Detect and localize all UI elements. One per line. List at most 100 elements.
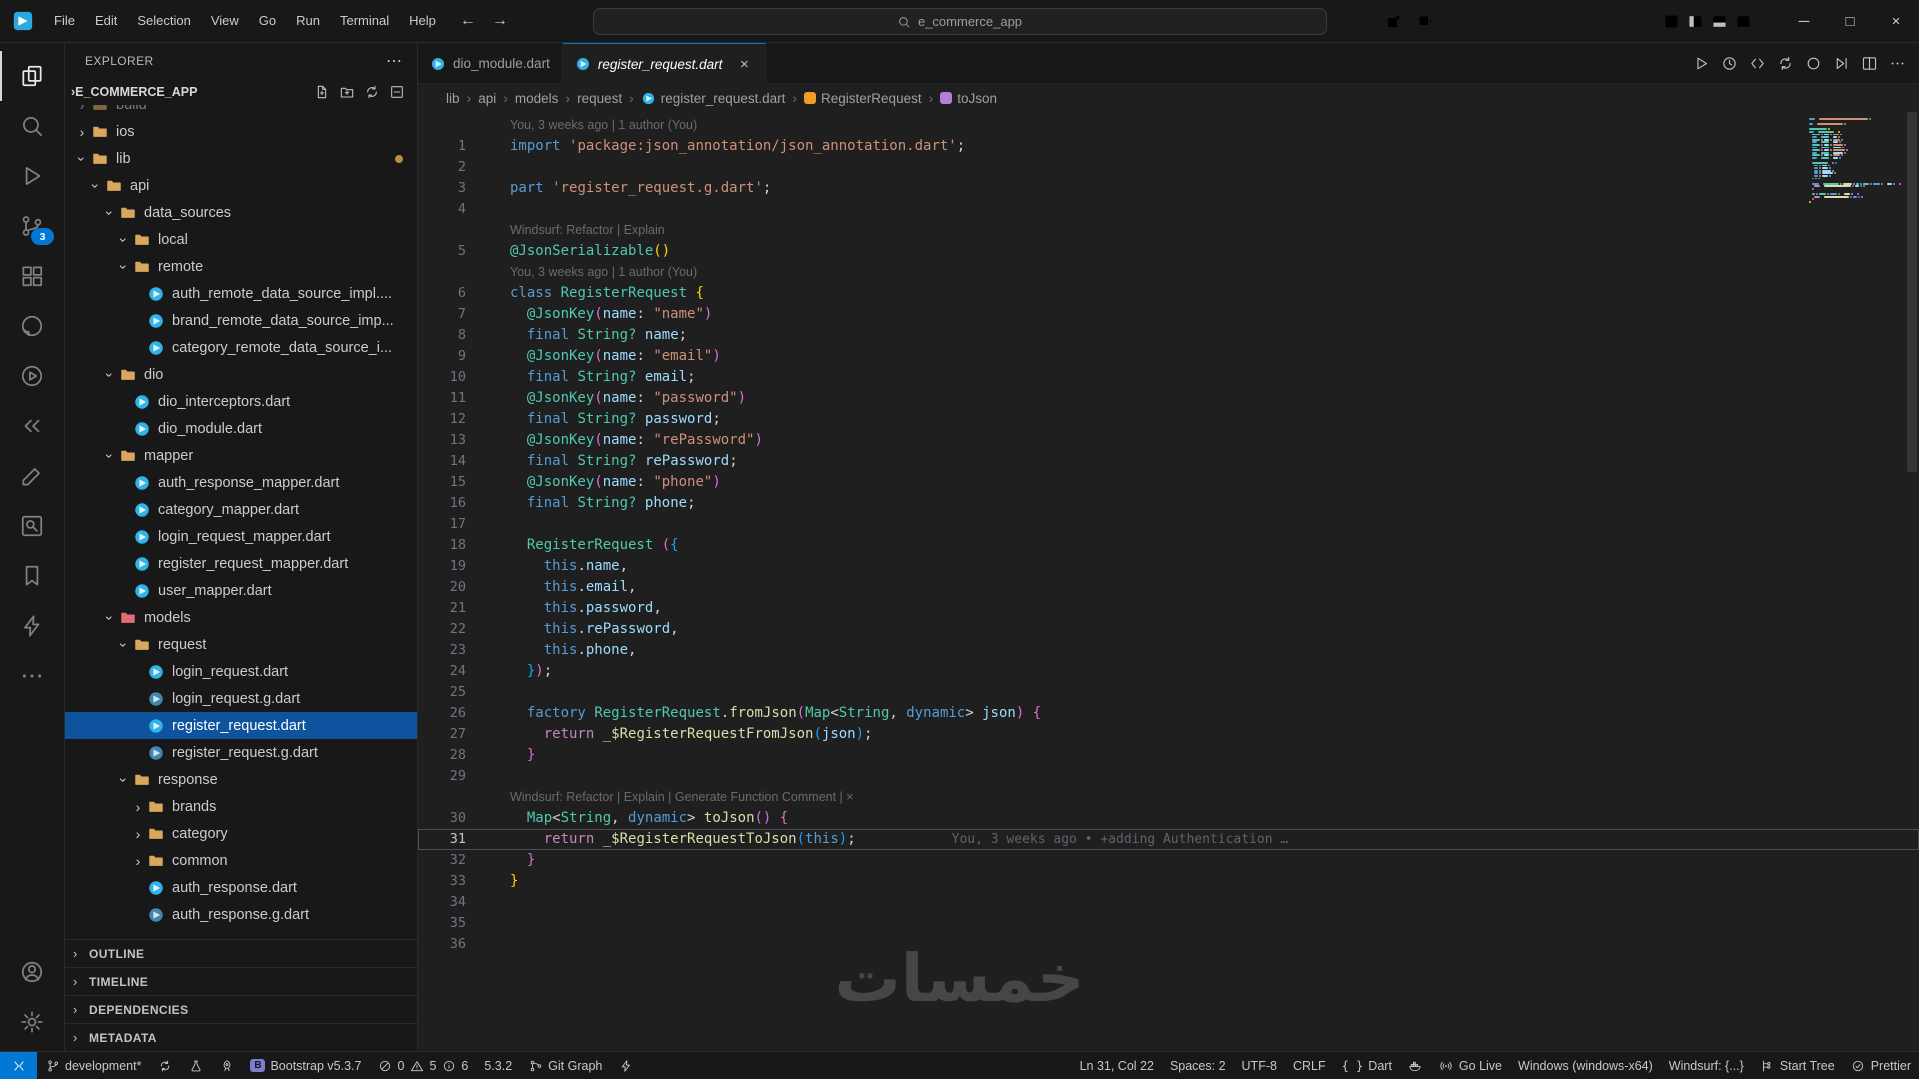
- menu-go[interactable]: Go: [249, 0, 286, 42]
- refresh-icon[interactable]: [363, 84, 380, 101]
- record-icon[interactable]: [1801, 51, 1825, 75]
- new-folder-icon[interactable]: [338, 84, 355, 101]
- tree-item[interactable]: › brands: [65, 793, 417, 820]
- activitybar-search-editor[interactable]: [0, 501, 64, 551]
- tree-item[interactable]: › lib: [65, 145, 417, 172]
- new-file-icon[interactable]: [313, 84, 330, 101]
- sidebar-section-dependencies[interactable]: › DEPENDENCIES: [65, 995, 417, 1023]
- breadcrumb-item[interactable]: request: [577, 91, 622, 106]
- sidebar-section-metadata[interactable]: › METADATA: [65, 1023, 417, 1051]
- menu-run[interactable]: Run: [286, 0, 330, 42]
- history-icon[interactable]: [1717, 51, 1741, 75]
- menu-edit[interactable]: Edit: [85, 0, 127, 42]
- code-editor[interactable]: You, 3 weeks ago | 1 author (You) 1 import…: [418, 112, 1919, 1051]
- language-mode-status[interactable]: { } Dart: [1334, 1052, 1400, 1079]
- menu-help[interactable]: Help: [399, 0, 446, 42]
- activitybar-references[interactable]: [0, 401, 64, 451]
- tree-item[interactable]: › request: [65, 631, 417, 658]
- remote-indicator-status[interactable]: [0, 1052, 37, 1079]
- prettier-status[interactable]: Prettier: [1843, 1052, 1919, 1079]
- tree-item[interactable]: › response: [65, 766, 417, 793]
- windsurf-status[interactable]: Windsurf: {...}: [1661, 1052, 1752, 1079]
- indentation-status[interactable]: Spaces: 2: [1162, 1052, 1234, 1079]
- forward-button[interactable]: →: [492, 12, 508, 30]
- run-icon[interactable]: [1689, 51, 1713, 75]
- bootstrap-status[interactable]: B Bootstrap v5.3.7: [242, 1052, 369, 1079]
- breadcrumb-item[interactable]: lib: [446, 91, 460, 106]
- menu-file[interactable]: File: [44, 0, 85, 42]
- tree-item[interactable]: register_request.g.dart: [65, 739, 417, 766]
- git-branch-status[interactable]: development*: [37, 1052, 149, 1079]
- activitybar-more[interactable]: [0, 651, 64, 701]
- collapse-all-icon[interactable]: [388, 84, 405, 101]
- tree-item[interactable]: dio_interceptors.dart: [65, 388, 417, 415]
- activitybar-account[interactable]: [0, 947, 64, 997]
- codelens-line[interactable]: Windsurf: Refactor | Explain: [418, 220, 1919, 241]
- start-tree-status[interactable]: Start Tree: [1752, 1052, 1843, 1079]
- activitybar-extensions[interactable]: [0, 251, 64, 301]
- sidebar-section-timeline[interactable]: › TIMELINE: [65, 967, 417, 995]
- vertical-scrollbar[interactable]: [1907, 112, 1917, 472]
- tree-item[interactable]: auth_response.g.dart: [65, 901, 417, 928]
- blame-line[interactable]: You, 3 weeks ago | 1 author (You): [418, 262, 1919, 283]
- breadcrumb-item[interactable]: register_request.dart: [641, 91, 785, 106]
- tab-dio_module-dart[interactable]: dio_module.dart: [418, 43, 563, 83]
- encoding-status[interactable]: UTF-8: [1234, 1052, 1285, 1079]
- tree-item[interactable]: register_request.dart: [65, 712, 417, 739]
- activitybar-bookmarks[interactable]: [0, 551, 64, 601]
- minimize-button[interactable]: ─: [1781, 0, 1827, 42]
- blame-line[interactable]: You, 3 weeks ago | 1 author (You): [418, 115, 1919, 136]
- breadcrumb-item[interactable]: api: [478, 91, 496, 106]
- tree-item[interactable]: category_remote_data_source_i...: [65, 334, 417, 361]
- maximize-button[interactable]: □: [1827, 0, 1873, 42]
- run-all-icon[interactable]: [1829, 51, 1853, 75]
- code-refs-icon[interactable]: [1745, 51, 1769, 75]
- tree-item[interactable]: › ios: [65, 118, 417, 145]
- cursor-position-status[interactable]: Ln 31, Col 22: [1072, 1052, 1162, 1079]
- tree-item[interactable]: login_request.g.dart: [65, 685, 417, 712]
- git-graph-status[interactable]: Git Graph: [520, 1052, 610, 1079]
- tree-item[interactable]: login_request_mapper.dart: [65, 523, 417, 550]
- sidebar-section-outline[interactable]: › OUTLINE: [65, 939, 417, 967]
- breadcrumb-item[interactable]: RegisterRequest: [804, 91, 922, 106]
- more-actions-icon[interactable]: [1885, 51, 1909, 75]
- tree-item[interactable]: user_mapper.dart: [65, 577, 417, 604]
- menu-selection[interactable]: Selection: [127, 0, 200, 42]
- sync-status[interactable]: [149, 1052, 180, 1079]
- activitybar-search[interactable]: [0, 101, 64, 151]
- rocket-status[interactable]: [211, 1052, 242, 1079]
- toggle-sidebar-right-icon[interactable]: [1731, 9, 1755, 33]
- breadcrumb-item[interactable]: toJson: [940, 91, 997, 106]
- platform-status[interactable]: Windows (windows-x64): [1510, 1052, 1661, 1079]
- tree-item[interactable]: auth_remote_data_source_impl....: [65, 280, 417, 307]
- eol-status[interactable]: CRLF: [1285, 1052, 1334, 1079]
- open-external-icon[interactable]: [1381, 9, 1405, 33]
- back-button[interactable]: ←: [460, 12, 476, 30]
- zap-status[interactable]: [610, 1052, 641, 1079]
- refresh-icon[interactable]: [1773, 51, 1797, 75]
- customize-layout-icon[interactable]: [1659, 9, 1683, 33]
- tree-item[interactable]: auth_response_mapper.dart: [65, 469, 417, 496]
- menu-terminal[interactable]: Terminal: [330, 0, 399, 42]
- tree-item[interactable]: register_request_mapper.dart: [65, 550, 417, 577]
- codelens-line[interactable]: Windsurf: Refactor | Explain | Generate …: [418, 787, 1919, 808]
- tree-item[interactable]: › common: [65, 847, 417, 874]
- tree-item[interactable]: › models: [65, 604, 417, 631]
- activitybar-explorer[interactable]: [0, 51, 64, 101]
- tree-item[interactable]: › remote: [65, 253, 417, 280]
- dart-version-status[interactable]: 5.3.2: [476, 1052, 520, 1079]
- activitybar-github[interactable]: [0, 301, 64, 351]
- tree-item[interactable]: category_mapper.dart: [65, 496, 417, 523]
- command-center-search[interactable]: e_commerce_app: [592, 8, 1327, 35]
- project-root-row[interactable]: › E_COMMERCE_APP: [65, 79, 417, 105]
- activitybar-source-control[interactable]: 3: [0, 201, 64, 251]
- docker-status[interactable]: [1400, 1052, 1431, 1079]
- menu-view[interactable]: View: [201, 0, 249, 42]
- tree-item[interactable]: › api: [65, 172, 417, 199]
- activitybar-test-explorer[interactable]: [0, 351, 64, 401]
- close-button[interactable]: ×: [1873, 0, 1919, 42]
- breadcrumb-item[interactable]: models: [515, 91, 559, 106]
- split-editor-icon[interactable]: [1857, 51, 1881, 75]
- go-live-status[interactable]: Go Live: [1431, 1052, 1510, 1079]
- tree-item[interactable]: dio_module.dart: [65, 415, 417, 442]
